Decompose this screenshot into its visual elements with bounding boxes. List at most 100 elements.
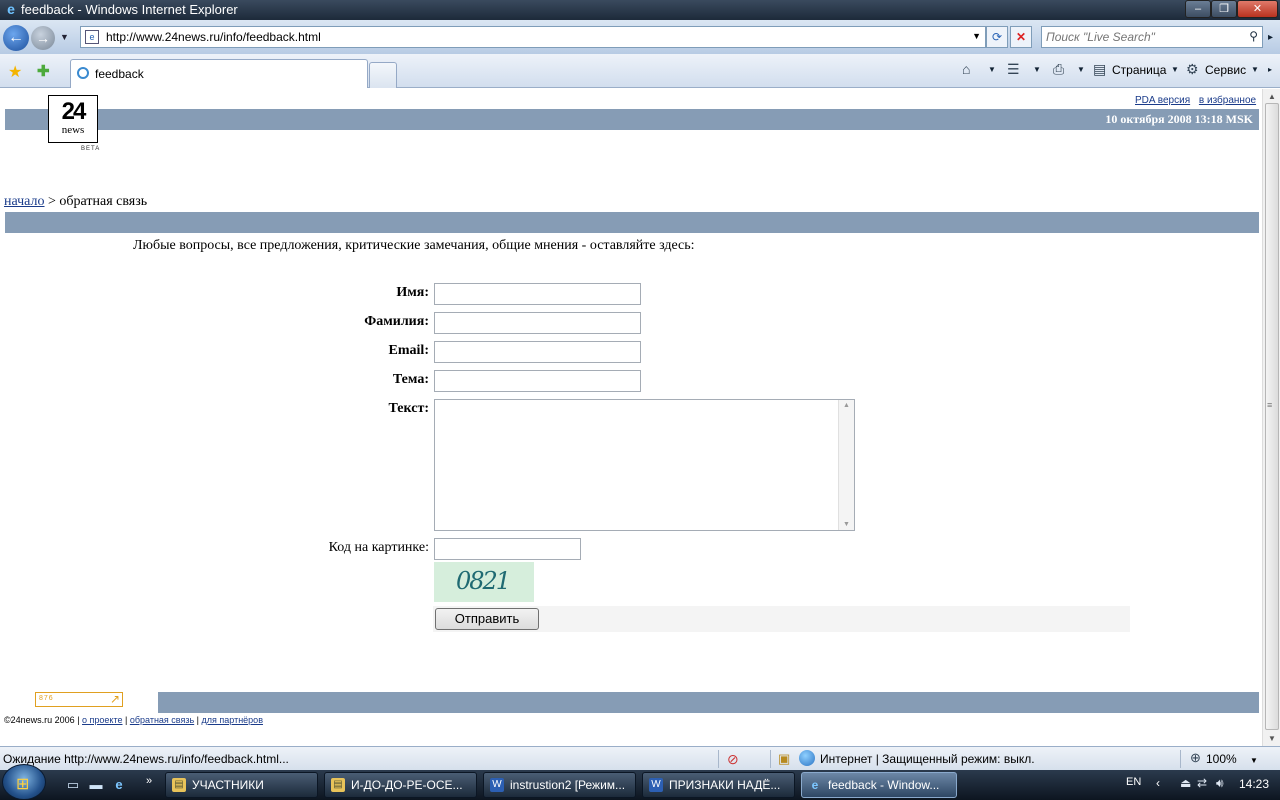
security-zone-text[interactable]: Интернет | Защищенный режим: выкл.	[820, 752, 1035, 766]
address-dropdown-icon[interactable]: ▼	[972, 31, 981, 41]
add-favorite-icon[interactable]: ✚	[37, 62, 50, 80]
copyright: ©24news.ru 2006	[4, 715, 75, 725]
page-scrollbar[interactable]: ▲ ≡ ▼	[1262, 89, 1280, 746]
email-label: Email:	[388, 343, 429, 358]
windows-logo-icon: ⊞	[16, 776, 30, 793]
taskbar-item-instruction[interactable]: W instrustion2 [Режим...	[483, 772, 636, 798]
history-dropdown-icon[interactable]: ▼	[60, 32, 69, 42]
top-links: PDA версия в избранное	[1129, 95, 1256, 106]
command-bar-chevron-icon[interactable]: ▸	[1268, 65, 1272, 74]
toolbar-chevron-icon[interactable]: ▸	[1268, 32, 1273, 43]
network-icon[interactable]: ⇄	[1197, 776, 1207, 790]
message-textarea[interactable]: ▲ ▼	[434, 399, 855, 531]
clock[interactable]: 14:23	[1239, 777, 1269, 791]
print-dropdown-icon[interactable]: ▼	[1077, 65, 1085, 74]
zoom-icon[interactable]: ⊕	[1190, 750, 1201, 766]
surname-label: Фамилия:	[364, 314, 429, 329]
volume-icon[interactable]: 🔊︎	[1216, 776, 1224, 791]
ie-icon: e	[811, 778, 819, 792]
feeds-dropdown-icon[interactable]: ▼	[1033, 65, 1041, 74]
search-box[interactable]: ⚲	[1041, 26, 1263, 48]
feedback-link[interactable]: обратная связь	[130, 715, 194, 725]
visit-counter[interactable]: 876 ↗	[35, 692, 123, 707]
taskbar: ⊞ ▭ ▬ e » ▤ УЧАСТНИКИ ▤ И-ДО-ДО-РЕ-ОСЕ..…	[0, 764, 1280, 800]
internet-zone-icon[interactable]	[799, 750, 815, 766]
quicklaunch-more-icon[interactable]: »	[146, 775, 152, 787]
add-to-favorites-link[interactable]: в избранное	[1199, 95, 1256, 106]
scroll-grip-icon: ≡	[1267, 400, 1273, 410]
breadcrumb-band	[5, 212, 1259, 233]
show-desktop-icon[interactable]: ▬	[87, 776, 105, 794]
textarea-scrollbar[interactable]: ▲ ▼	[838, 400, 854, 530]
home-icon[interactable]: ⌂	[962, 61, 970, 77]
taskbar-item-participants[interactable]: ▤ УЧАСТНИКИ	[165, 772, 318, 798]
about-project-link[interactable]: о проекте	[82, 715, 122, 725]
popup-blocker-icon[interactable]: ⊘	[727, 751, 739, 768]
scroll-up-arrow-icon[interactable]: ▲	[843, 402, 850, 409]
zoom-level[interactable]: 100%	[1206, 752, 1237, 766]
taskbar-item-signs[interactable]: W ПРИЗНАКИ НАДЁ...	[642, 772, 795, 798]
gear-icon: ⚙	[1186, 61, 1199, 77]
forward-button[interactable]: →	[31, 26, 55, 50]
page-menu[interactable]: Страница	[1112, 62, 1166, 78]
status-divider	[770, 750, 771, 768]
minimize-button[interactable]: –	[1185, 0, 1211, 18]
site-logo[interactable]: 24 news	[48, 95, 98, 143]
breadcrumb-current: обратная связь	[59, 194, 148, 209]
page-menu-dropdown-icon[interactable]: ▼	[1171, 65, 1179, 74]
tray-expand-icon[interactable]: ‹	[1156, 776, 1160, 790]
maximize-button[interactable]: ❐	[1211, 0, 1237, 18]
zoom-dropdown-icon[interactable]: ▼	[1250, 756, 1258, 765]
start-button[interactable]: ⊞	[2, 764, 46, 800]
breadcrumb-separator: >	[48, 194, 56, 209]
task-label: instrustion2 [Режим...	[510, 778, 626, 792]
address-url[interactable]: http://www.24news.ru/info/feedback.html	[106, 30, 321, 44]
subject-input[interactable]	[434, 370, 641, 392]
close-button[interactable]: ✕	[1237, 0, 1278, 18]
scroll-down-arrow-icon[interactable]: ▼	[843, 521, 850, 528]
counter-arrow-icon: ↗	[109, 692, 120, 706]
breadcrumb-home-link[interactable]: начало	[4, 194, 45, 209]
scroll-thumb[interactable]	[1265, 103, 1279, 730]
new-tab-button[interactable]	[369, 62, 397, 88]
switch-windows-icon[interactable]: ▭	[64, 776, 82, 794]
ie-quicklaunch-icon[interactable]: e	[110, 776, 128, 794]
submit-button[interactable]: Отправить	[435, 608, 539, 630]
refresh-button[interactable]: ⟳	[986, 26, 1008, 48]
language-indicator[interactable]: EN	[1126, 776, 1141, 788]
navigation-bar: ← → ▼ e http://www.24news.ru/info/feedba…	[0, 20, 1280, 54]
surname-input[interactable]	[434, 312, 641, 334]
date-time: 10 октября 2008 13:18 MSK	[1105, 112, 1253, 126]
captcha-image: 0821	[434, 562, 534, 602]
tools-menu[interactable]: Сервис	[1205, 62, 1246, 78]
page-icon: e	[85, 30, 99, 44]
folder-icon: ▤	[331, 778, 345, 792]
taskbar-item-feedback[interactable]: e feedback - Window...	[801, 772, 957, 798]
print-icon[interactable]: ⎙	[1053, 61, 1064, 77]
email-input[interactable]	[434, 341, 641, 363]
captcha-label: Код на картинке:	[328, 540, 429, 555]
search-input[interactable]	[1046, 29, 1242, 45]
stop-button[interactable]: ✕	[1010, 26, 1032, 48]
home-dropdown-icon[interactable]: ▼	[988, 65, 996, 74]
intro-text: Любые вопросы, все предложения, критичес…	[133, 238, 695, 253]
tools-menu-dropdown-icon[interactable]: ▼	[1251, 65, 1259, 74]
favorites-star-icon[interactable]: ★	[8, 62, 22, 82]
partners-link[interactable]: для партнёров	[202, 715, 263, 725]
footer: ©24news.ru 2006 | о проекте | обратная с…	[4, 715, 263, 725]
safely-remove-icon[interactable]: ⏏	[1180, 776, 1191, 790]
search-icon[interactable]: ⚲	[1249, 29, 1258, 43]
name-input[interactable]	[434, 283, 641, 305]
protected-mode-icon[interactable]: ▣	[778, 751, 790, 767]
tab-label: feedback	[95, 67, 144, 81]
page-viewport: PDA версия в избранное 10 октября 2008 1…	[0, 89, 1262, 746]
taskbar-item-folder[interactable]: ▤ И-ДО-ДО-РЕ-ОСЕ...	[324, 772, 477, 798]
back-button[interactable]: ←	[3, 25, 29, 51]
address-bar[interactable]: e http://www.24news.ru/info/feedback.htm…	[80, 26, 986, 48]
scroll-up-icon[interactable]: ▲	[1268, 92, 1276, 101]
pda-version-link[interactable]: PDA версия	[1135, 95, 1190, 106]
captcha-input[interactable]	[434, 538, 581, 560]
feeds-icon[interactable]: ☰	[1007, 61, 1020, 77]
tab-feedback[interactable]: feedback	[70, 59, 368, 88]
scroll-down-icon[interactable]: ▼	[1268, 734, 1276, 743]
